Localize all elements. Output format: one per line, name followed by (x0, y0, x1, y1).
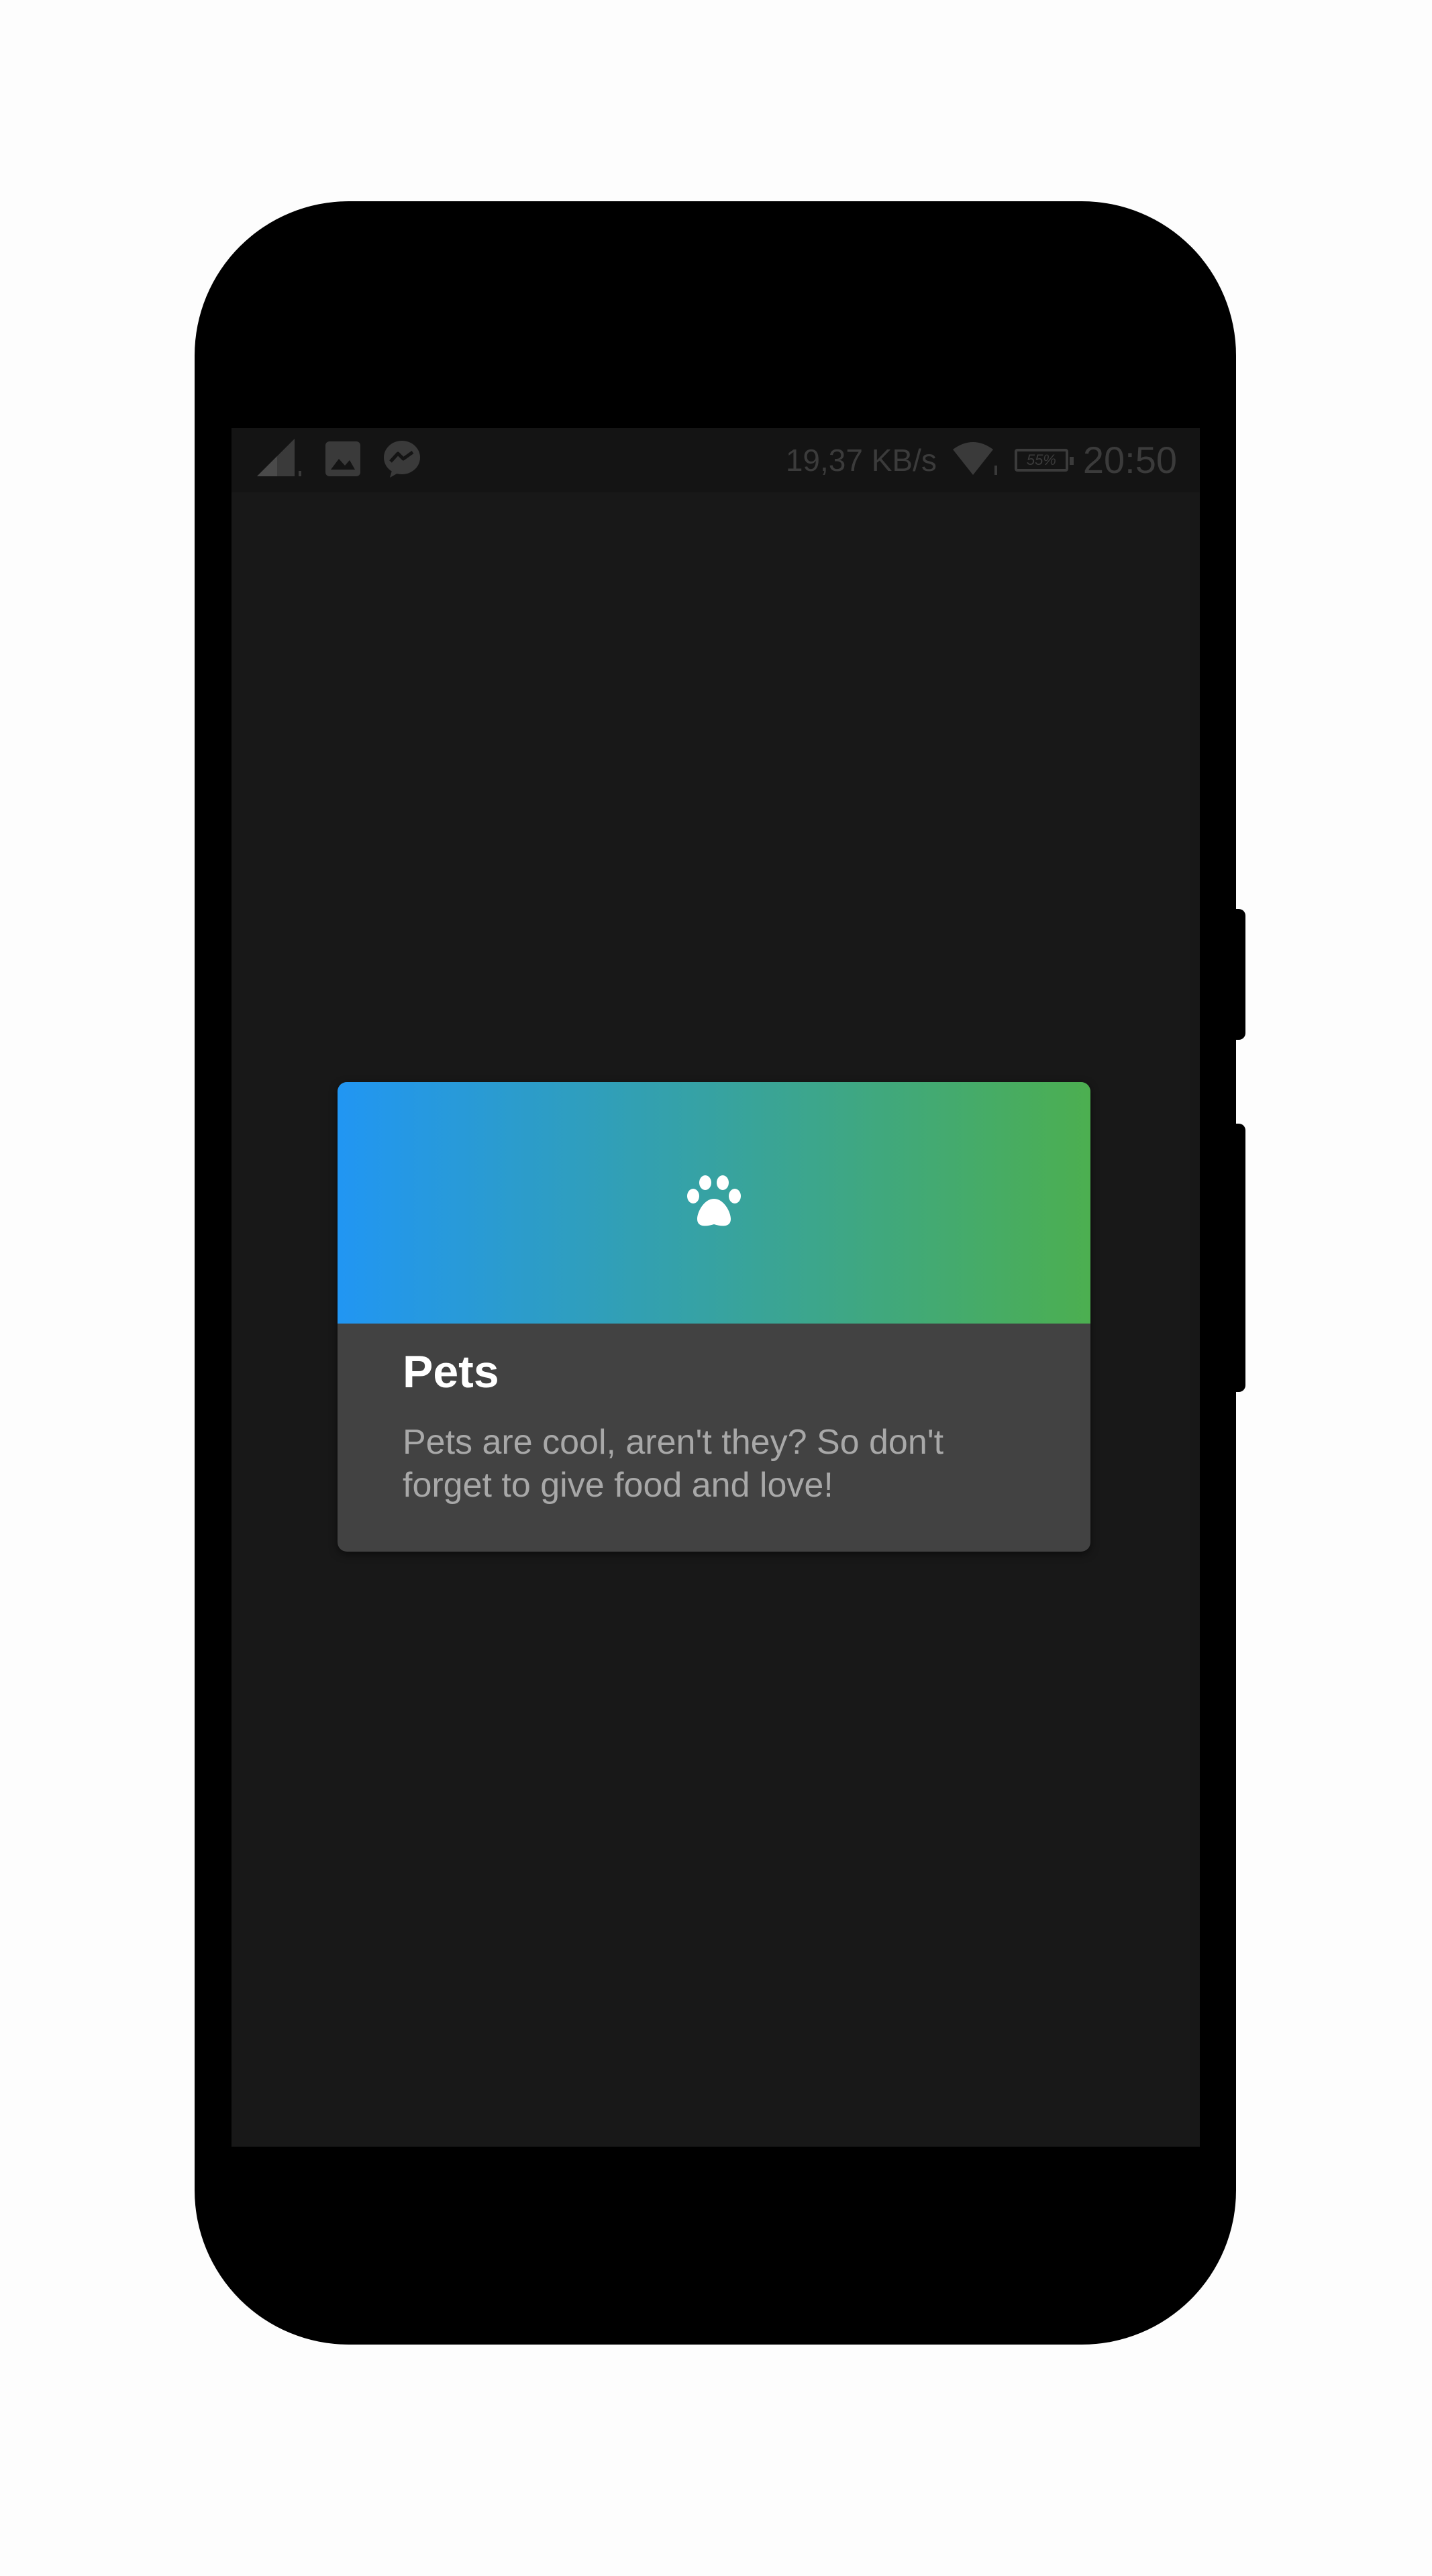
network-speed: 19,37 KB/s (785, 443, 937, 478)
card-title: Pets (403, 1346, 499, 1397)
signal-icon (257, 439, 304, 482)
pets-card[interactable]: Pets Pets are cool, aren't they? So don'… (338, 1082, 1090, 1552)
wifi-icon (952, 440, 1000, 480)
card-header (338, 1082, 1090, 1324)
status-bar-left (257, 439, 422, 482)
messenger-icon (382, 439, 422, 482)
card-body: Pets Pets are cool, aren't they? So don'… (338, 1324, 1090, 1552)
image-icon (324, 440, 362, 480)
status-bar: 19,37 KB/s 55% 20:50 (232, 428, 1200, 492)
power-button (1236, 1124, 1245, 1392)
battery-icon: 55% (1014, 449, 1074, 472)
volume-button (1236, 909, 1245, 1040)
stage: 19,37 KB/s 55% 20:50 Pets Pets are cool,… (0, 0, 1432, 2576)
phone-screen: 19,37 KB/s 55% 20:50 Pets Pets are cool,… (232, 428, 1200, 2147)
status-bar-right: 19,37 KB/s 55% 20:50 (786, 440, 1177, 480)
battery-level: 55% (1026, 451, 1056, 468)
clock: 20:50 (1082, 439, 1177, 481)
card-description: Pets are cool, aren't they? So don't for… (403, 1423, 944, 1505)
paw-icon (684, 1173, 744, 1232)
